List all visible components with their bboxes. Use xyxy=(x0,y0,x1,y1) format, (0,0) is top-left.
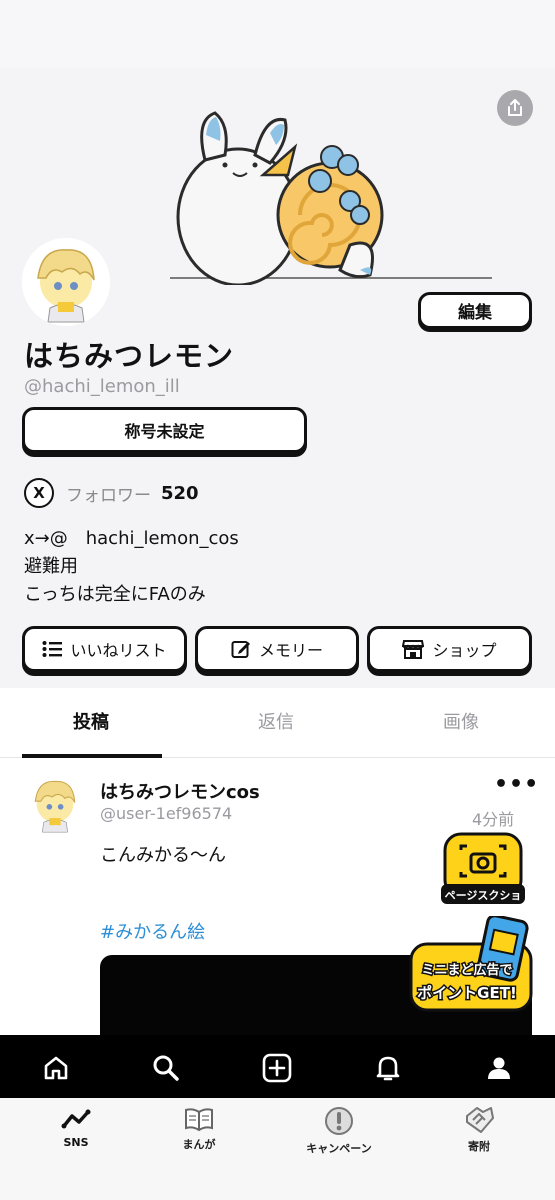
post-author-handle: @user-1ef96574 xyxy=(100,804,233,823)
share-icon xyxy=(508,99,522,116)
exclamation-icon xyxy=(325,1107,353,1135)
follower-label: フォロワー xyxy=(66,485,151,506)
app-tab-label: SNS xyxy=(63,1136,89,1149)
app-tab-manga[interactable]: まんが xyxy=(144,1106,254,1152)
profile-icon xyxy=(488,1057,510,1079)
profile-bio: x→@ hachi_lemon_cos 避難用 こっちは完全にFAのみ xyxy=(24,525,239,609)
likes-list-label: いいねリスト xyxy=(70,641,167,660)
post-author-avatar[interactable] xyxy=(24,773,86,835)
add-post-icon xyxy=(262,1053,292,1083)
app-tab-donation[interactable]: 寄附 xyxy=(424,1106,534,1154)
home-icon xyxy=(44,1056,68,1080)
app-tab-label: キャンペーン xyxy=(306,1142,372,1155)
screenshot-label: ページスクショ xyxy=(445,889,522,902)
page-screenshot-button[interactable]: ページスクショ xyxy=(441,832,525,910)
sns-chart-icon xyxy=(61,1109,91,1129)
mini-ad-button[interactable]: ミニまど広告で ポイントGET! xyxy=(405,916,535,1016)
book-icon xyxy=(185,1108,213,1132)
nav-home[interactable] xyxy=(36,1048,76,1088)
list-icon xyxy=(42,641,63,657)
tab-posts[interactable]: 投稿 xyxy=(73,708,109,734)
share-button[interactable] xyxy=(497,90,533,126)
x-link-icon[interactable]: X xyxy=(24,478,54,508)
nav-search[interactable] xyxy=(146,1048,186,1088)
bottom-navigation xyxy=(0,1035,555,1098)
shop-label: ショップ xyxy=(432,641,497,660)
tab-replies[interactable]: 返信 xyxy=(258,708,294,734)
user-handle: @hachi_lemon_ill xyxy=(24,376,180,397)
bio-line: こっちは完全にFAのみ xyxy=(24,584,206,605)
app-tab-campaign[interactable]: キャンペーン xyxy=(284,1106,394,1156)
bell-icon xyxy=(376,1056,400,1081)
likes-list-button[interactable]: いいねリスト xyxy=(22,626,187,672)
store-icon xyxy=(402,640,425,659)
post-hashtag[interactable]: #みかるん絵 xyxy=(100,918,205,944)
more-options-button[interactable]: ••• xyxy=(494,772,539,797)
content-tabs: 投稿 返信 画像 xyxy=(0,688,555,758)
edit-note-icon xyxy=(231,641,250,658)
post-timestamp: 4分前 xyxy=(472,810,515,829)
nav-add-post[interactable] xyxy=(257,1048,297,1088)
app-tab-bar: SNS まんが キャンペーン 寄附 xyxy=(0,1098,555,1200)
tab-images[interactable]: 画像 xyxy=(443,708,479,734)
nav-profile[interactable] xyxy=(479,1048,519,1088)
search-icon xyxy=(153,1055,179,1081)
ad-label-line1: ミニまど広告で xyxy=(421,962,512,978)
banner-illustration xyxy=(170,111,492,285)
display-name: はちみつレモン xyxy=(24,339,235,373)
app-tab-label: 寄附 xyxy=(468,1140,490,1153)
bio-line: 避難用 xyxy=(24,556,78,577)
memory-button[interactable]: メモリー xyxy=(195,626,359,672)
title-badge-button[interactable]: 称号未設定 xyxy=(22,407,307,453)
app-tab-sns[interactable]: SNS xyxy=(21,1106,131,1149)
app-tab-label: まんが xyxy=(182,1138,216,1151)
post-text: こんみかる〜ん xyxy=(100,845,226,866)
post-author-name[interactable]: はちみつレモンcos xyxy=(100,778,260,804)
status-bar-area xyxy=(0,0,555,68)
avatar-illustration xyxy=(24,773,86,835)
shop-button[interactable]: ショップ xyxy=(367,626,532,672)
bio-line: x→@ hachi_lemon_cos xyxy=(24,528,239,549)
memory-label: メモリー xyxy=(258,641,323,660)
nav-notifications[interactable] xyxy=(368,1048,408,1088)
follower-count: 520 xyxy=(161,482,199,504)
avatar-illustration xyxy=(22,238,110,326)
handshake-icon xyxy=(466,1107,494,1133)
ad-label-line2: ポイントGET! xyxy=(417,984,517,1002)
avatar[interactable] xyxy=(22,238,110,326)
edit-profile-button[interactable]: 編集 xyxy=(418,292,532,329)
follower-row[interactable]: X フォロワー 520 xyxy=(24,477,199,509)
